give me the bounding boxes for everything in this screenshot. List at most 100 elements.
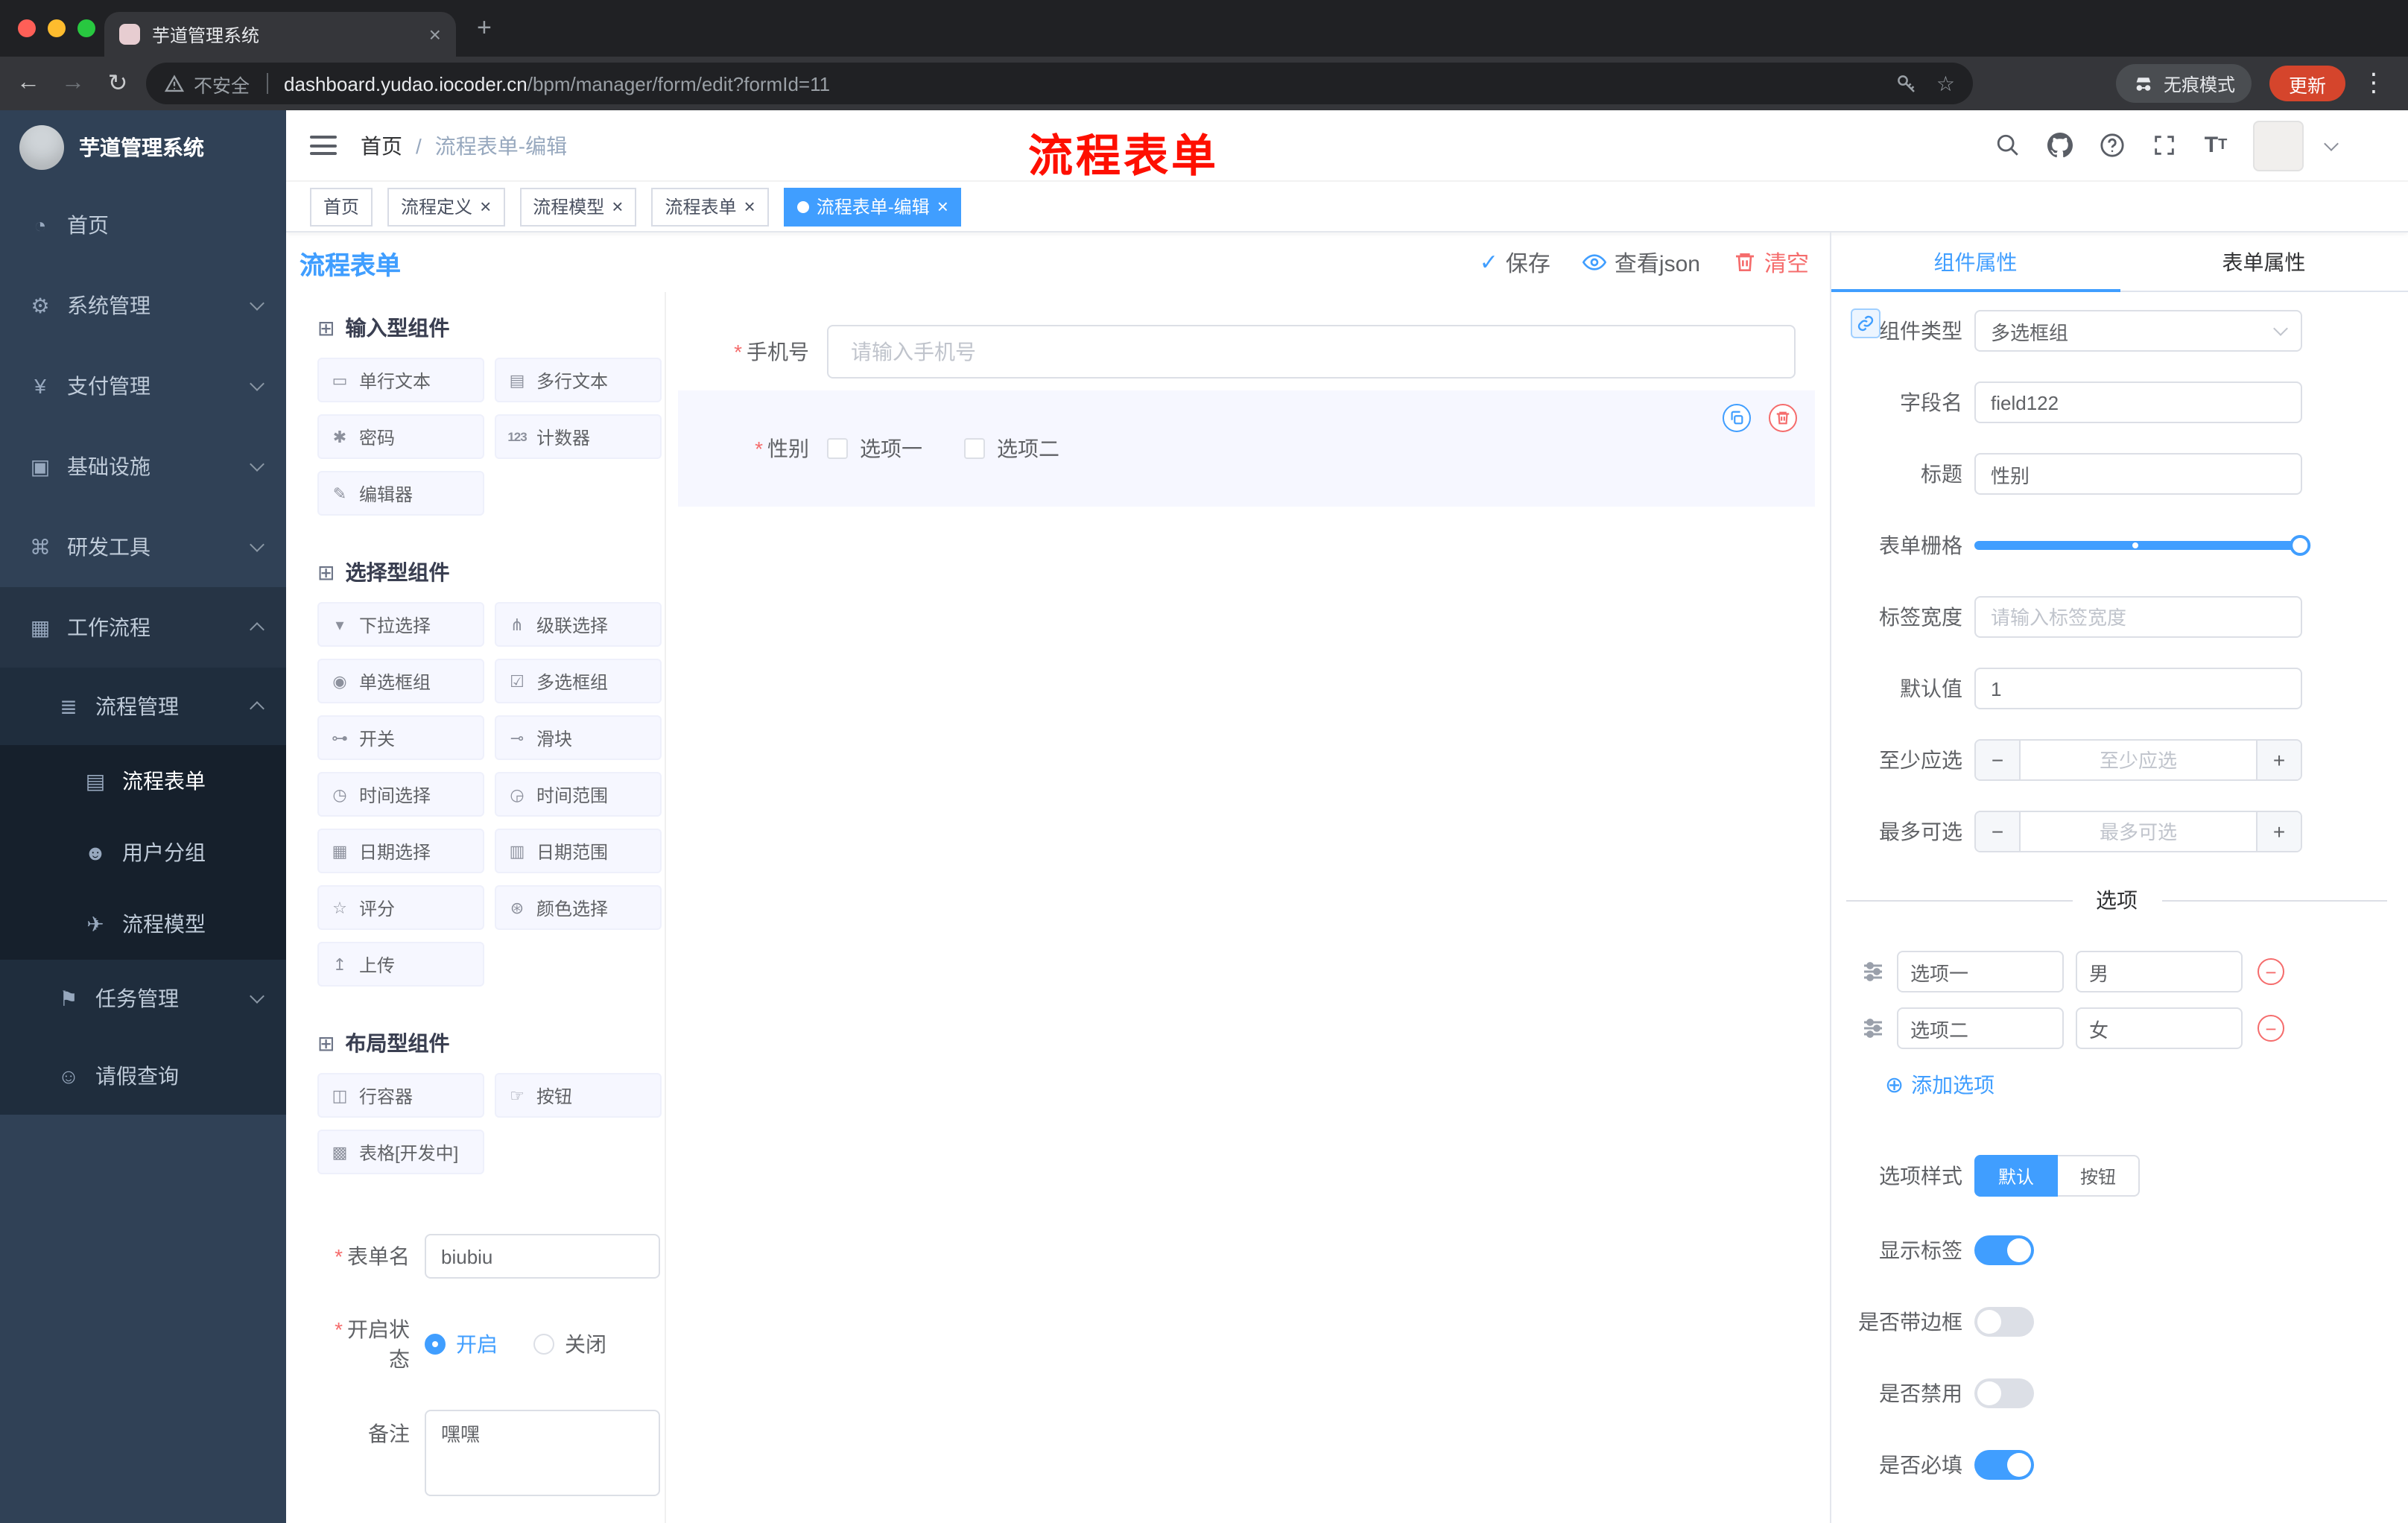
sidebar-item-process-form[interactable]: ▤ 流程表单	[0, 745, 286, 817]
traffic-light-zoom[interactable]	[77, 19, 95, 37]
max-select-input[interactable]	[2021, 812, 2256, 851]
sidebar-item-infrastructure[interactable]: ▣ 基础设施	[0, 426, 286, 507]
add-option-button[interactable]: ⊕ 添加选项	[1885, 1064, 2408, 1106]
drag-option-icon[interactable]	[1861, 960, 1885, 984]
disabled-toggle[interactable]	[1974, 1378, 2034, 1408]
sidebar-item-payment[interactable]: ¥ 支付管理	[0, 346, 286, 426]
view-tag-home[interactable]: 首页	[310, 187, 373, 226]
status-radio-on[interactable]: 开启	[425, 1329, 498, 1359]
gender-checkbox-option-1[interactable]: 选项一	[827, 434, 922, 463]
tab-component-properties[interactable]: 组件属性	[1831, 232, 2120, 292]
palette-item[interactable]: 123 计数器	[495, 414, 662, 459]
view-json-button[interactable]: 查看json	[1582, 247, 1700, 278]
palette-item[interactable]: ▩ 表格[开发中]	[317, 1130, 484, 1174]
forward-button[interactable]: →	[51, 70, 95, 97]
palette-item[interactable]: ◶ 时间范围	[495, 772, 662, 817]
palette-item[interactable]: ◉ 单选框组	[317, 659, 484, 703]
remove-option-button[interactable]: −	[2258, 1015, 2284, 1042]
sidebar-item-system[interactable]: ⚙ 系统管理	[0, 265, 286, 346]
view-tag-process-definition[interactable]: 流程定义 ×	[387, 187, 505, 226]
gender-checkbox-option-2[interactable]: 选项二	[964, 434, 1059, 463]
traffic-light-minimize[interactable]	[48, 19, 66, 37]
link-button[interactable]	[1851, 308, 1881, 338]
view-tag-process-model[interactable]: 流程模型 ×	[519, 187, 637, 226]
palette-item[interactable]: ◫ 行容器	[317, 1073, 484, 1118]
palette-item[interactable]: ▾ 下拉选择	[317, 602, 484, 647]
border-toggle[interactable]	[1974, 1307, 2034, 1337]
sidebar-item-workflow[interactable]: ▦ 工作流程	[0, 587, 286, 668]
palette-item[interactable]: ▭ 单行文本	[317, 358, 484, 402]
font-size-icon[interactable]: TT	[2201, 130, 2231, 160]
new-tab-button[interactable]: +	[477, 13, 492, 43]
form-name-input[interactable]	[425, 1234, 660, 1279]
user-avatar[interactable]	[2253, 120, 2304, 171]
traffic-light-close[interactable]	[18, 19, 36, 37]
palette-item[interactable]: ⋔ 级联选择	[495, 602, 662, 647]
sidebar-item-home[interactable]: ◔ 首页	[0, 185, 286, 265]
component-type-select[interactable]: 多选框组	[1974, 310, 2302, 352]
sidebar-item-process-model[interactable]: ✈ 流程模型	[0, 888, 286, 960]
view-tag-process-form[interactable]: 流程表单 ×	[651, 187, 769, 226]
password-key-icon[interactable]	[1896, 72, 1919, 95]
clear-button[interactable]: 清空	[1733, 247, 1809, 278]
github-icon[interactable]	[2044, 130, 2074, 160]
title-input[interactable]	[1974, 453, 2302, 495]
help-icon[interactable]	[2097, 130, 2126, 160]
palette-item[interactable]: ✱ 密码	[317, 414, 484, 459]
avatar-caret-icon[interactable]	[2324, 136, 2339, 151]
fullscreen-icon[interactable]	[2149, 130, 2179, 160]
status-radio-off[interactable]: 关闭	[533, 1329, 606, 1359]
tag-close-icon[interactable]: ×	[612, 197, 623, 216]
option-label-input[interactable]	[1897, 951, 2064, 992]
stepper-plus-button[interactable]: +	[2256, 812, 2301, 851]
label-width-input[interactable]	[1974, 596, 2302, 638]
slider-handle[interactable]	[2290, 535, 2311, 556]
tag-close-icon[interactable]: ×	[937, 197, 948, 216]
palette-item[interactable]: ⊶ 开关	[317, 715, 484, 760]
address-bar[interactable]: 不安全 dashboard.yudao.iocoder.cn/bpm/manag…	[146, 63, 1973, 104]
field-name-input[interactable]	[1974, 381, 2302, 423]
tag-close-icon[interactable]: ×	[744, 197, 755, 216]
sidebar-item-task-manage[interactable]: ⚑ 任务管理	[0, 960, 286, 1037]
delete-field-button[interactable]	[1769, 404, 1797, 432]
palette-item[interactable]: ☑ 多选框组	[495, 659, 662, 703]
show-label-toggle[interactable]	[1974, 1235, 2034, 1265]
palette-item[interactable]: ▥ 日期范围	[495, 829, 662, 873]
grid-slider[interactable]	[1974, 525, 2311, 566]
breadcrumb-home[interactable]: 首页	[361, 130, 402, 160]
palette-item[interactable]: ⊛ 颜色选择	[495, 885, 662, 930]
palette-item[interactable]: ◷ 时间选择	[317, 772, 484, 817]
phone-input[interactable]	[827, 325, 1796, 379]
sidebar-item-user-group[interactable]: ☻ 用户分组	[0, 817, 286, 888]
save-button[interactable]: ✓ 保存	[1480, 247, 1550, 278]
sidebar-item-leave-query[interactable]: ☺ 请假查询	[0, 1037, 286, 1115]
stepper-plus-button[interactable]: +	[2256, 741, 2301, 779]
reload-button[interactable]: ↻	[95, 69, 140, 98]
palette-item[interactable]: ☆ 评分	[317, 885, 484, 930]
palette-item[interactable]: ⊸ 滑块	[495, 715, 662, 760]
view-tag-process-form-edit[interactable]: 流程表单-编辑 ×	[783, 187, 962, 226]
palette-item[interactable]: ☞ 按钮	[495, 1073, 662, 1118]
tab-close-icon[interactable]: ×	[429, 22, 441, 46]
back-button[interactable]: ←	[6, 70, 51, 97]
stepper-minus-button[interactable]: −	[1976, 741, 2021, 779]
remark-textarea[interactable]: 嘿嘿	[425, 1410, 660, 1496]
default-value-input[interactable]	[1974, 668, 2302, 709]
search-icon[interactable]	[1992, 130, 2022, 160]
tab-form-properties[interactable]: 表单属性	[2120, 232, 2408, 291]
style-button-button[interactable]: 按钮	[2058, 1155, 2141, 1197]
sidebar-item-process-manage[interactable]: ≣ 流程管理	[0, 668, 286, 745]
copy-field-button[interactable]	[1723, 404, 1751, 432]
palette-item[interactable]: ▤ 多行文本	[495, 358, 662, 402]
sidebar-toggle-icon[interactable]	[310, 136, 337, 155]
app-logo[interactable]: 芋道管理系统	[0, 110, 286, 185]
required-toggle[interactable]	[1974, 1450, 2034, 1480]
palette-item[interactable]: ↥ 上传	[317, 942, 484, 987]
option-value-input[interactable]	[2076, 1007, 2243, 1049]
sidebar-item-devtools[interactable]: ⌘ 研发工具	[0, 507, 286, 587]
browser-menu-icon[interactable]: ⋮	[2360, 69, 2387, 98]
style-default-button[interactable]: 默认	[1974, 1155, 2059, 1197]
remove-option-button[interactable]: −	[2258, 958, 2284, 985]
min-select-input[interactable]	[2021, 741, 2256, 779]
selected-field-gender[interactable]: * 性别 选项一 选项二	[678, 390, 1815, 507]
